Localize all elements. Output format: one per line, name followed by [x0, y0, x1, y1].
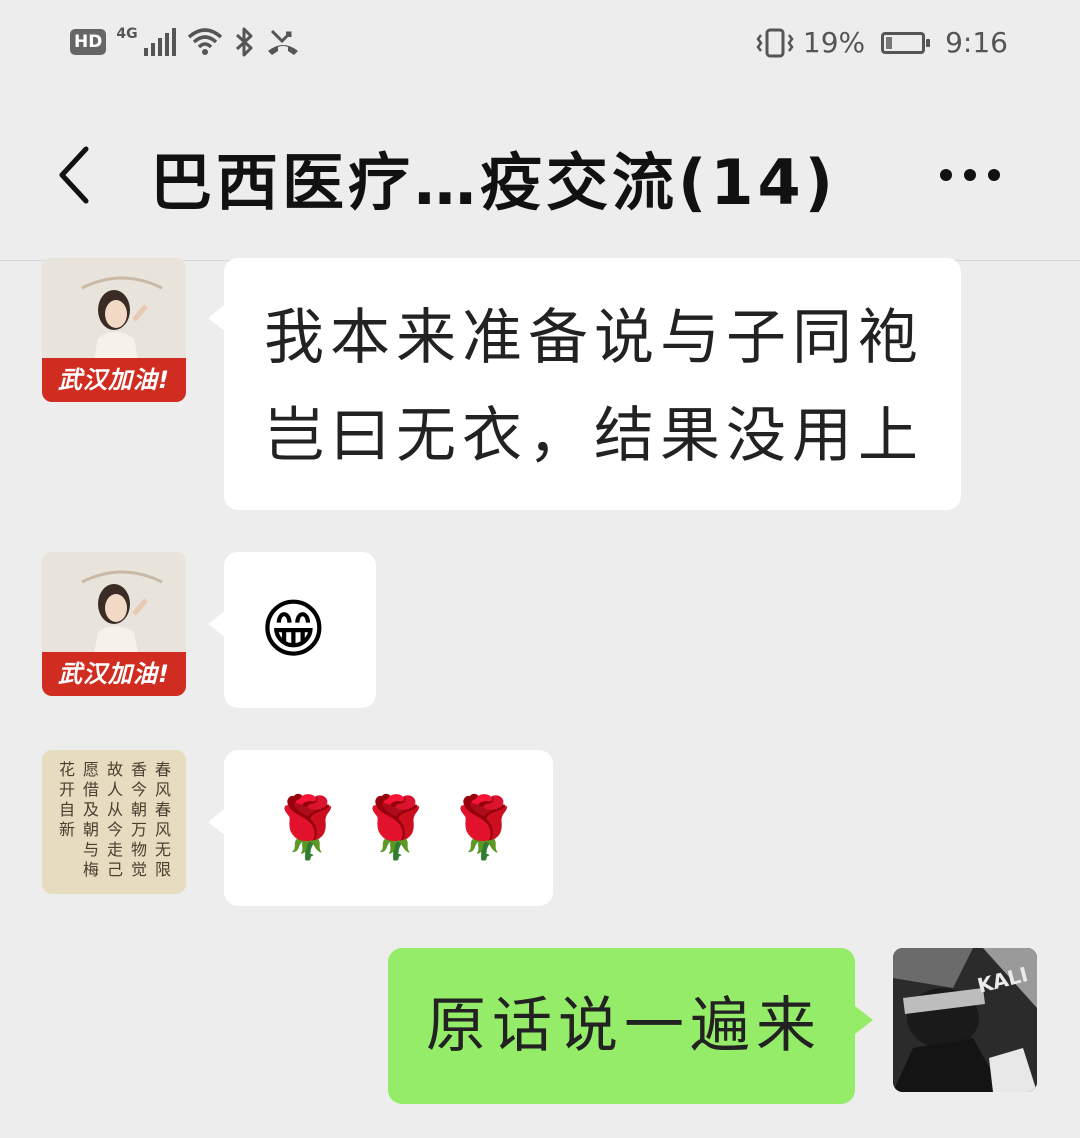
hd-voice-badge: HD [70, 29, 107, 55]
sender-avatar[interactable]: 武汉加油! [42, 552, 186, 696]
bubble-tail [855, 1006, 873, 1034]
rose-emoji: 🌹 [270, 793, 345, 863]
message-bubble[interactable]: 我本来准备说与子同袍 岂曰无衣，结果没用上 [224, 258, 961, 510]
chat-title: 巴西医疗…疫交流(14) [150, 146, 837, 219]
sender-avatar[interactable]: 武汉加油! [42, 258, 186, 402]
calligraphy-column: 愿借及朝与梅 [82, 760, 99, 879]
back-arrow-icon[interactable] [52, 145, 112, 205]
my-avatar[interactable]: KALI [893, 948, 1037, 1092]
message-bubble[interactable]: 🌹 🌹 🌹 [224, 750, 553, 906]
chat-header: 巴西医疗…疫交流(14) [0, 90, 1080, 261]
vibrate-icon [756, 28, 794, 57]
message-bubble[interactable]: 😁 [224, 552, 376, 708]
rose-emoji: 🌹 [358, 793, 433, 863]
wifi-icon [187, 28, 222, 55]
missed-call-icon [267, 29, 298, 55]
grin-emoji: 😁 [260, 593, 327, 667]
battery-icon [881, 31, 931, 54]
message-text-line: 我本来准备说与子同袍 [264, 303, 924, 373]
calligraphy-column: 故人从今走己 [106, 760, 123, 879]
bluetooth-icon [235, 27, 253, 57]
message-text-line: 岂曰无衣，结果没用上 [264, 401, 924, 471]
calligraphy-image: 春风春风无限 香今朝万物觉 故人从今走己 愿借及朝与梅 花开自新 [42, 750, 186, 894]
calligraphy-column: 春风春风无限 [154, 760, 171, 879]
sender-avatar[interactable]: 春风春风无限 香今朝万物觉 故人从今走己 愿借及朝与梅 花开自新 [42, 750, 186, 894]
rose-emoji: 🌹 [446, 793, 521, 863]
avatar-banner-text: 武汉加油! [42, 358, 186, 402]
avatar-banner-text: 武汉加油! [42, 652, 186, 696]
signal-strength-icon [143, 28, 176, 56]
message-text: 原话说一遍来 [426, 991, 822, 1061]
calligraphy-column: 香今朝万物觉 [130, 760, 147, 879]
clock-time: 9:16 [945, 26, 1008, 59]
status-bar: HD 4G 19% 9:16 [0, 0, 1080, 90]
network-type-label: 4G [116, 26, 138, 42]
message-bubble[interactable]: 原话说一遍来 [388, 948, 855, 1104]
more-options-icon[interactable] [940, 160, 1020, 190]
battery-percent: 19% [802, 26, 866, 59]
calligraphy-column: 花开自新 [58, 760, 75, 839]
